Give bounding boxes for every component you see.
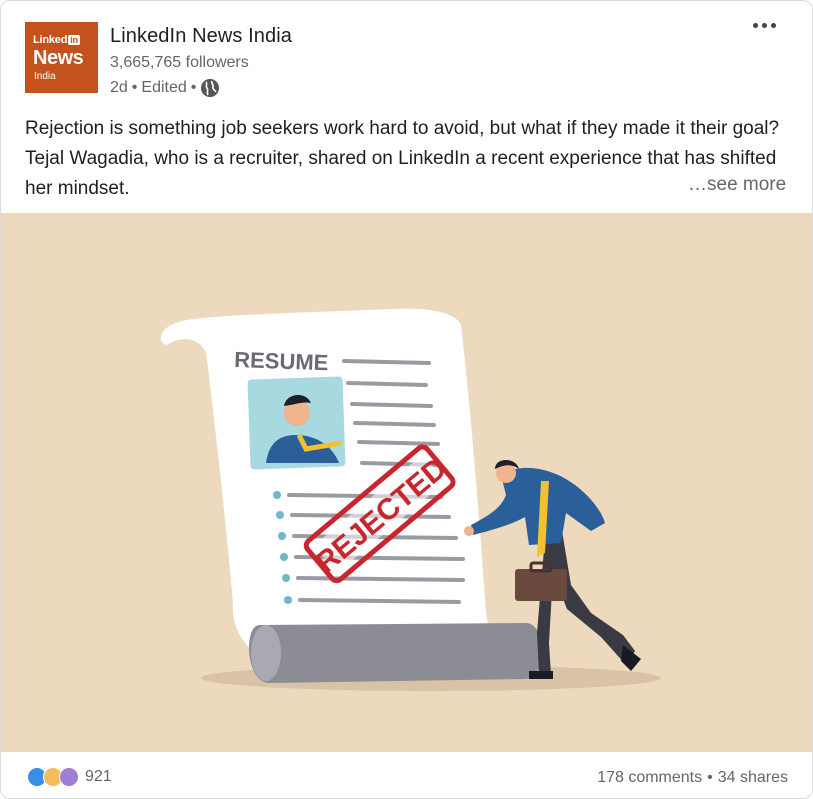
feed-post: Linked in News India LinkedIn News India … xyxy=(0,0,813,799)
dot-icon xyxy=(762,23,767,28)
globe-icon xyxy=(200,78,220,98)
comments-link[interactable]: 178 comments xyxy=(597,769,702,786)
logo-text-news: News xyxy=(33,47,84,69)
see-more-link[interactable]: …see more xyxy=(688,174,786,196)
dot-icon xyxy=(771,23,776,28)
more-options-button[interactable] xyxy=(753,23,776,28)
post-time: 2d xyxy=(110,79,128,96)
meta-separator: • xyxy=(190,79,197,96)
post-text: Rejection is something job seekers work … xyxy=(25,118,780,199)
meta-separator: • xyxy=(131,79,138,96)
shares-link[interactable]: 34 shares xyxy=(718,769,788,786)
social-counts-bar: 921 178 comments • 34 shares xyxy=(1,752,812,798)
engagement-stats: 178 comments • 34 shares xyxy=(597,769,788,787)
dot-icon xyxy=(753,23,758,28)
reaction-count: 921 xyxy=(85,768,112,785)
post-meta: 2d • Edited • xyxy=(110,78,220,98)
edited-label: Edited xyxy=(141,79,187,96)
resume-heading: RESUME xyxy=(234,347,329,375)
logo-text-linked: Linked xyxy=(33,34,68,46)
rejected-resume-illustration: RESUME REJECTED xyxy=(160,308,661,691)
reactions-summary[interactable]: 921 xyxy=(27,767,112,787)
logo-text-in: in xyxy=(68,35,80,45)
support-icon xyxy=(59,767,79,787)
follower-count: 3,665,765 followers xyxy=(110,54,249,71)
logo-text-india: India xyxy=(34,71,56,82)
author-name[interactable]: LinkedIn News India xyxy=(110,25,292,48)
company-logo[interactable]: Linked in News India xyxy=(25,22,98,93)
stats-separator: • xyxy=(707,769,713,786)
post-image[interactable]: RESUME REJECTED xyxy=(1,213,812,752)
